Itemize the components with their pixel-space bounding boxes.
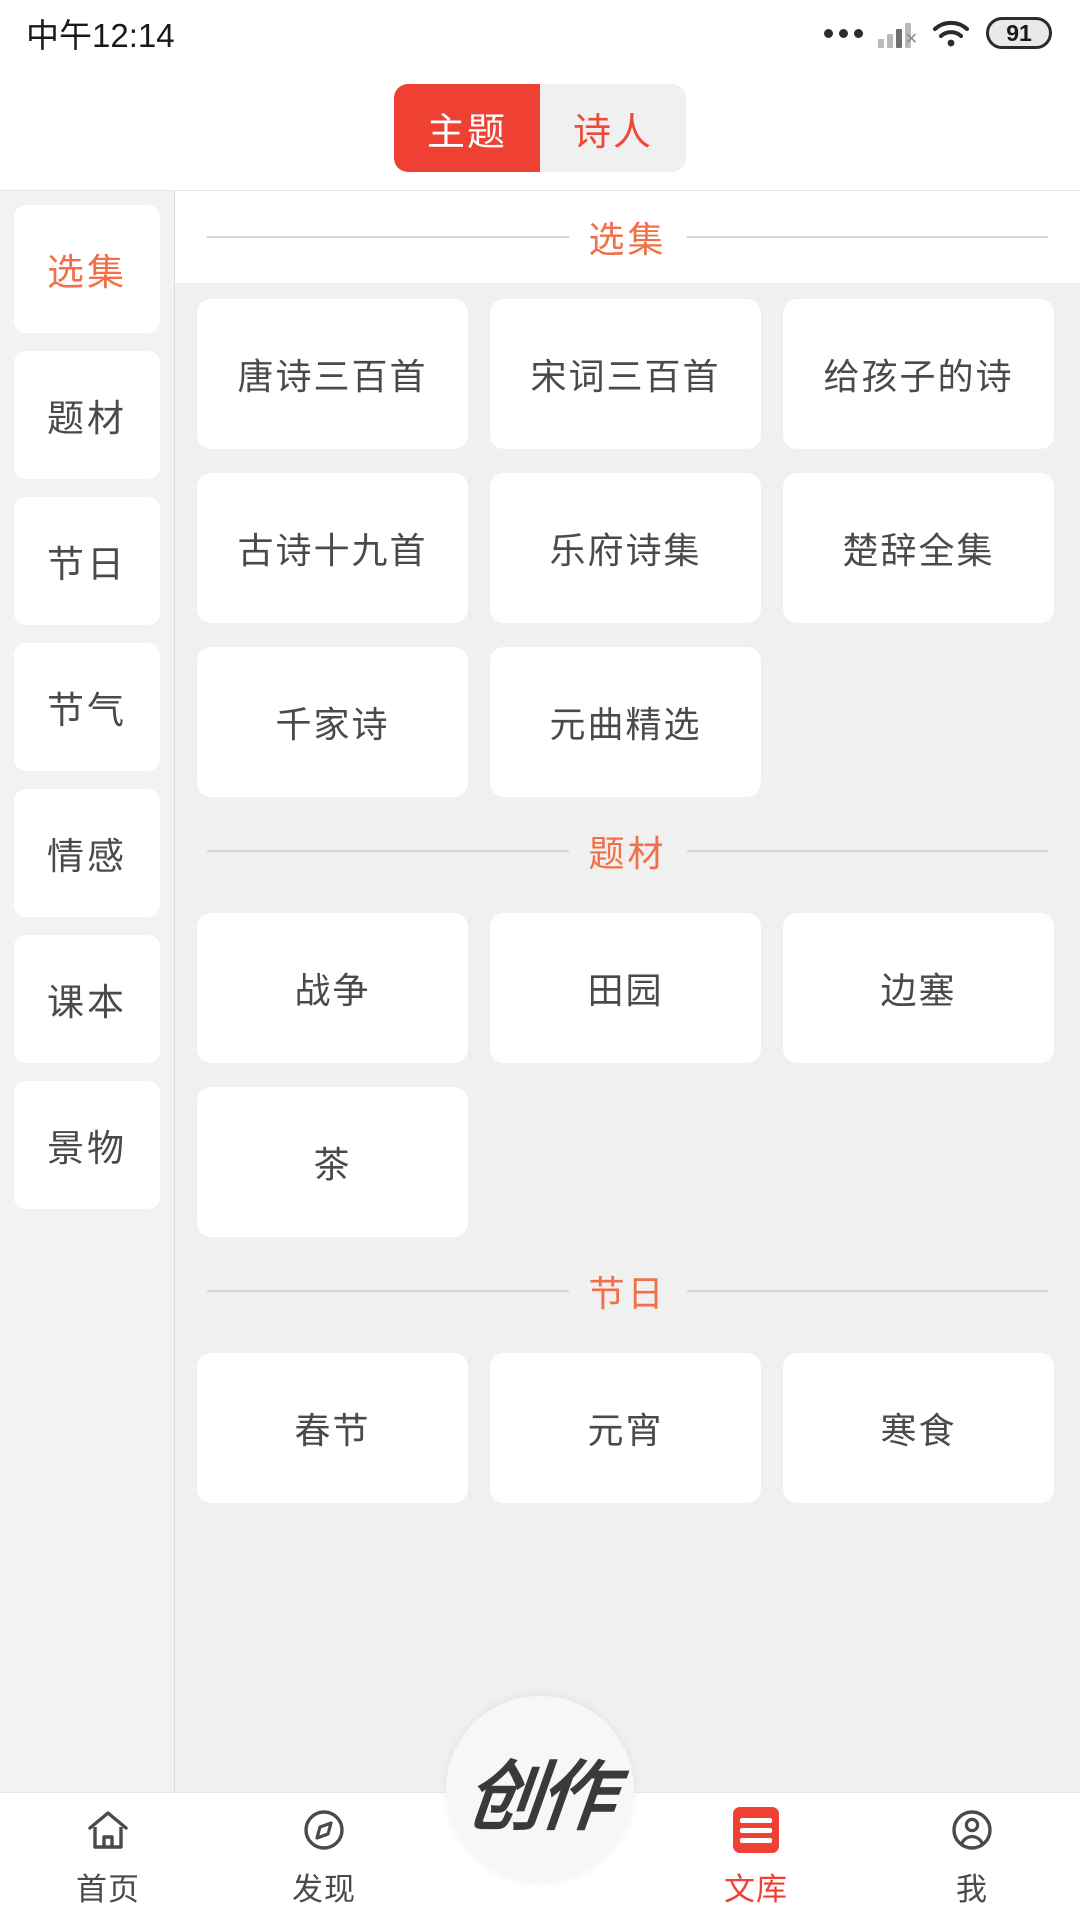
library-list-icon [730,1804,782,1856]
tab-label: 文库 [724,1872,788,1907]
create-button[interactable]: 创作 [446,1696,634,1884]
category-sidebar[interactable]: 选集 题材 节日 节气 情感 课本 景物 [0,191,175,1792]
tab-label: 我 [956,1872,988,1907]
card-item[interactable]: 战争 [197,913,468,1063]
sidebar-item-jieqi[interactable]: 节气 [14,643,160,771]
section-divider-left [207,1290,569,1292]
section-divider-left [207,236,569,238]
create-button-label: 创作 [462,1752,616,1841]
battery-level: 91 [1006,19,1032,46]
main-body: 选集 题材 节日 节气 情感 课本 景物 选集 唐诗三百首 宋词三百首 给孩子的… [0,190,1080,1792]
tab-label: 首页 [76,1872,140,1907]
card-placeholder [783,647,1054,797]
card-placeholder [783,1087,1054,1237]
user-account-icon [946,1804,998,1856]
section-title: 题材 [588,833,667,874]
tab-library[interactable]: 文库 [648,1804,864,1909]
section-divider-right [686,850,1049,852]
card-item[interactable]: 春节 [197,1353,468,1503]
card-item[interactable]: 千家诗 [197,647,468,797]
home-icon [82,1804,134,1856]
section-divider-right [686,236,1049,238]
card-item[interactable]: 给孩子的诗 [783,299,1054,449]
section-divider-left [207,850,569,852]
section-divider-right [686,1290,1049,1292]
status-icons: ✕ 91 [824,17,1052,49]
card-item[interactable]: 楚辞全集 [783,473,1054,623]
segmented-control: 主题 诗人 [394,84,686,172]
card-item[interactable]: 元曲精选 [490,647,761,797]
compass-icon [298,1804,350,1856]
wifi-icon [931,18,971,48]
app-screen: 中午12:14 ✕ 91 主题 诗人 选集 题材 节日 节气 情感 课本 景物 … [0,0,1080,1920]
sidebar-item-jingwu[interactable]: 景物 [14,1081,160,1209]
sidebar-item-ticai[interactable]: 题材 [14,351,160,479]
tab-poet[interactable]: 诗人 [540,84,686,172]
card-grid-jieri: 春节 元宵 寒食 [175,1337,1080,1511]
status-time: 中午12:14 [26,17,175,54]
status-bar: 中午12:14 ✕ 91 [0,0,1080,66]
card-item[interactable]: 茶 [197,1087,468,1237]
card-item[interactable]: 宋词三百首 [490,299,761,449]
more-dots-icon [824,28,863,38]
section-title: 选集 [588,219,667,260]
card-item[interactable]: 寒食 [783,1353,1054,1503]
card-placeholder [490,1087,761,1237]
sidebar-item-qinggan[interactable]: 情感 [14,789,160,917]
sidebar-item-keben[interactable]: 课本 [14,935,160,1063]
card-item[interactable]: 乐府诗集 [490,473,761,623]
card-grid-xuanji: 唐诗三百首 宋词三百首 给孩子的诗 古诗十九首 乐府诗集 楚辞全集 千家诗 元曲… [175,283,1080,805]
sidebar-item-xuanji[interactable]: 选集 [14,205,160,333]
card-grid-ticai: 战争 田园 边塞 茶 [175,897,1080,1245]
card-item[interactable]: 边塞 [783,913,1054,1063]
tab-profile[interactable]: 我 [864,1804,1080,1909]
tab-home[interactable]: 首页 [0,1804,216,1909]
section-header-ticai: 题材 [175,805,1080,897]
cellular-signal-off-icon: ✕ [878,18,918,48]
section-header-jieri: 节日 [175,1245,1080,1337]
category-content[interactable]: 选集 唐诗三百首 宋词三百首 给孩子的诗 古诗十九首 乐府诗集 楚辞全集 千家诗… [175,191,1080,1792]
card-item[interactable]: 古诗十九首 [197,473,468,623]
battery-icon: 91 [986,17,1052,49]
tab-theme[interactable]: 主题 [394,84,540,172]
tab-discover[interactable]: 发现 [216,1804,432,1909]
sidebar-item-jieri[interactable]: 节日 [14,497,160,625]
card-item[interactable]: 唐诗三百首 [197,299,468,449]
top-tab-bar: 主题 诗人 [0,66,1080,190]
section-title: 节日 [588,1273,667,1314]
card-item[interactable]: 田园 [490,913,761,1063]
tab-label: 发现 [292,1872,356,1907]
section-header-xuanji: 选集 [175,191,1080,283]
card-item[interactable]: 元宵 [490,1353,761,1503]
